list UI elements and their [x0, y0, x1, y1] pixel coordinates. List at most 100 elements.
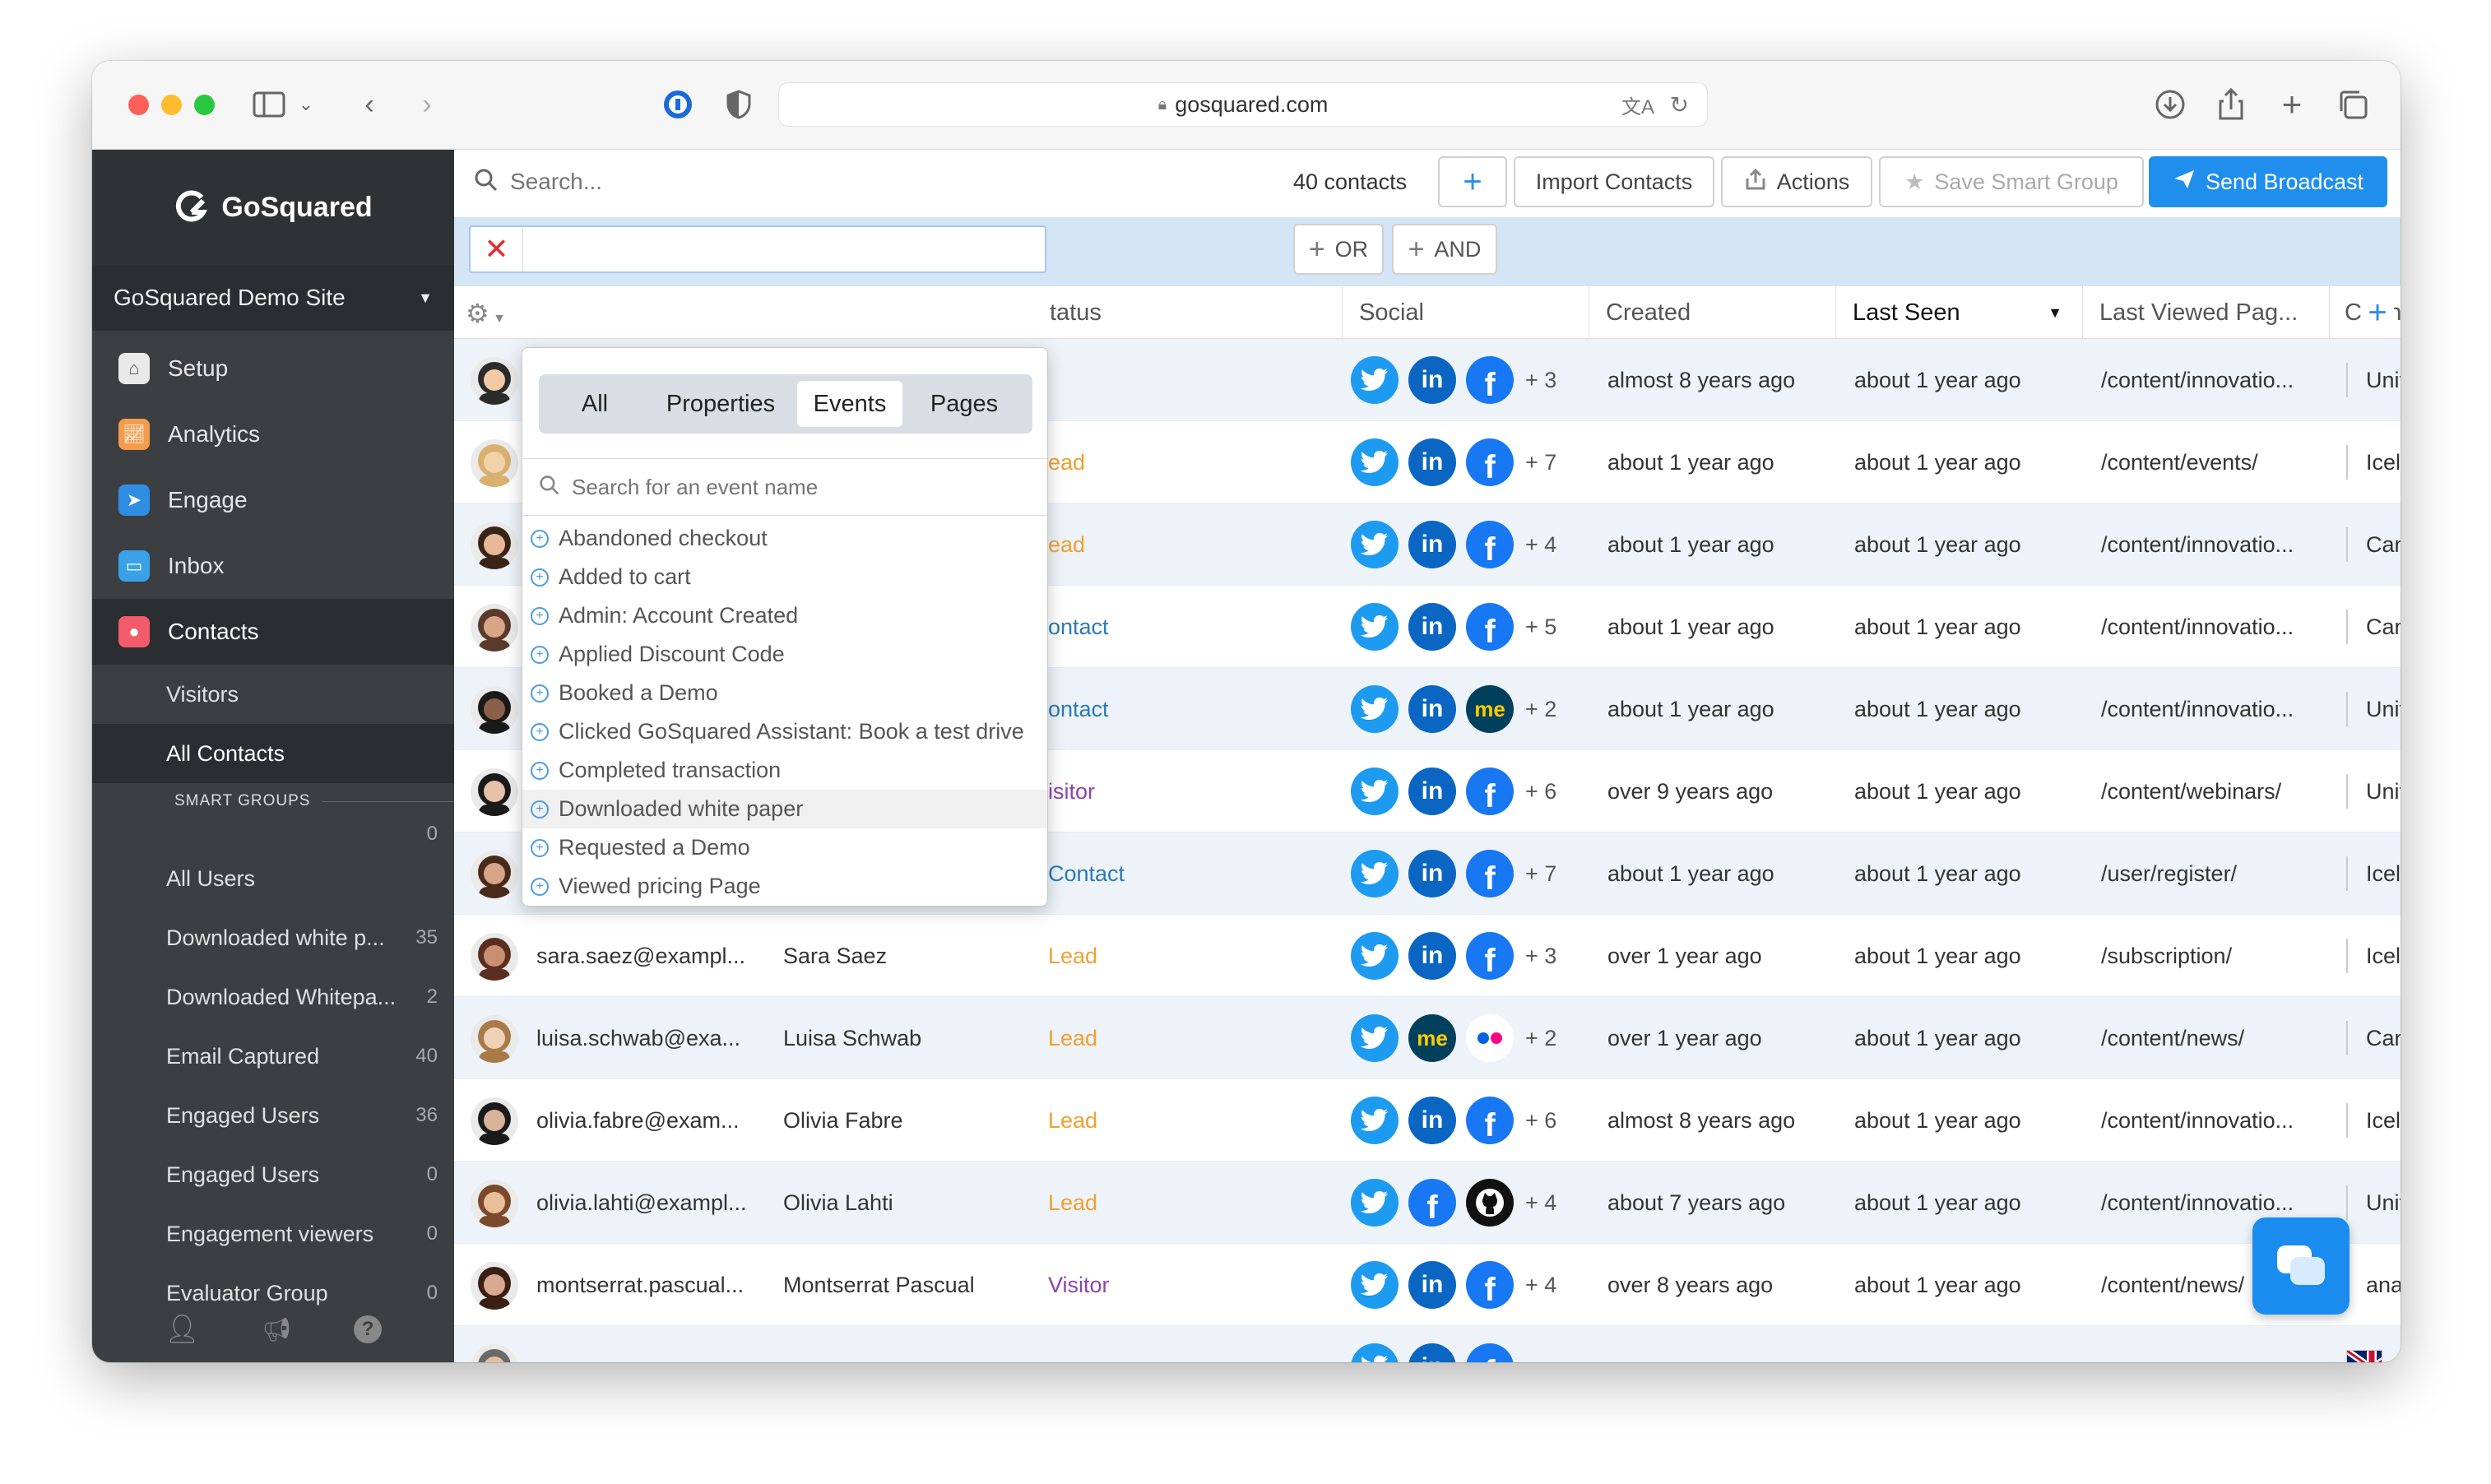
smart-group-item[interactable]: Downloaded white p... 35 — [92, 908, 454, 967]
remove-filter-icon[interactable]: ✕ — [471, 227, 523, 271]
nav-inbox[interactable]: ▭ Inbox — [92, 533, 454, 599]
chevron-down-icon[interactable]: ⌄ — [296, 87, 316, 122]
facebook-icon[interactable]: f — [1466, 1261, 1514, 1309]
contact-email[interactable]: montserrat.pascual... — [536, 1244, 775, 1326]
import-contacts-button[interactable]: Import Contacts — [1514, 156, 1714, 207]
facebook-icon[interactable]: f — [1466, 1343, 1514, 1362]
event-option[interactable]: + Viewed pricing Page — [522, 867, 1047, 906]
share-icon[interactable] — [2213, 87, 2249, 122]
event-option[interactable]: + Added to cart — [522, 558, 1047, 596]
table-row[interactable]: sara.saez@exampl... Sara Saez Lead in f + 3 ov… — [454, 915, 2401, 997]
linkedin-icon[interactable]: in — [1408, 1261, 1456, 1309]
event-option[interactable]: + Downloaded white paper — [522, 790, 1047, 828]
table-row[interactable]: luisa.schwab@exa... Luisa Schwab Lead me + 2… — [454, 997, 2401, 1079]
translate-icon[interactable]: 文A — [1621, 90, 1654, 119]
facebook-icon[interactable]: f — [1466, 603, 1514, 651]
column-last-seen[interactable]: Last Seen ▼ — [1836, 286, 2083, 339]
column-settings-icon[interactable]: ⚙︎ ▼ — [466, 298, 506, 329]
event-search-field[interactable] — [522, 458, 1047, 516]
facebook-icon[interactable]: f — [1466, 932, 1514, 980]
event-option[interactable]: + Clicked GoSquared Assistant: Book a tes… — [522, 712, 1047, 751]
close-window-button[interactable] — [128, 95, 149, 115]
tab-pages[interactable]: Pages — [902, 381, 1026, 427]
table-row[interactable]: inf — [454, 1326, 2401, 1362]
reload-icon[interactable]: ↻ — [1670, 91, 1689, 118]
contact-email[interactable]: olivia.fabre@exam... — [536, 1079, 775, 1162]
event-option[interactable]: + Booked a Demo — [522, 674, 1047, 712]
linkedin-icon[interactable]: in — [1408, 850, 1456, 897]
linkedin-icon[interactable]: in — [1408, 603, 1456, 651]
back-arrow-icon[interactable]: ‹ — [357, 87, 382, 122]
tab-events[interactable]: Events — [797, 381, 902, 427]
facebook-icon[interactable]: f — [1466, 438, 1514, 486]
smart-group-item[interactable]: Email Captured 40 — [92, 1027, 454, 1086]
twitter-icon[interactable] — [1351, 1343, 1399, 1362]
send-broadcast-button[interactable]: Send Broadcast — [2149, 156, 2387, 207]
user-icon[interactable]: 👤︎ — [165, 1313, 200, 1346]
twitter-icon[interactable] — [1351, 356, 1399, 404]
contact-email[interactable]: sara.saez@exampl... — [536, 915, 775, 997]
column-status[interactable]: tatus — [1046, 286, 1343, 339]
maximize-window-button[interactable] — [194, 95, 215, 115]
table-row[interactable]: olivia.fabre@exam... Olivia Fabre Lead in f +… — [454, 1079, 2401, 1162]
github-icon[interactable] — [1466, 1179, 1514, 1227]
event-search-input[interactable] — [572, 474, 1016, 500]
nav-analytics[interactable]: 📈︎ Analytics — [92, 401, 454, 467]
linkedin-icon[interactable]: in — [1408, 768, 1456, 815]
nav-engage[interactable]: ➤ Engage — [92, 467, 454, 533]
twitter-icon[interactable] — [1351, 1014, 1399, 1062]
forward-arrow-icon[interactable]: › — [415, 87, 439, 122]
linkedin-icon[interactable]: in — [1408, 932, 1456, 980]
table-row[interactable]: olivia.lahti@exampl... Olivia Lahti Lead f +… — [454, 1162, 2401, 1244]
contact-email[interactable] — [536, 1326, 775, 1362]
filter-input-box[interactable]: ✕ — [469, 225, 1046, 273]
or-filter-button[interactable]: + OR — [1293, 224, 1384, 275]
event-option[interactable]: + Requested a Demo — [522, 828, 1047, 867]
contact-email[interactable]: olivia.lahti@exampl... — [536, 1162, 775, 1244]
event-option[interactable]: + Completed transaction — [522, 751, 1047, 790]
shield-icon[interactable] — [722, 87, 755, 122]
facebook-icon[interactable]: f — [1466, 768, 1514, 815]
linkedin-icon[interactable]: in — [1408, 685, 1456, 733]
facebook-icon[interactable]: f — [1466, 521, 1514, 568]
chat-launcher-button[interactable] — [2252, 1217, 2350, 1315]
smart-group-item[interactable]: Engaged Users 36 — [92, 1086, 454, 1145]
twitter-icon[interactable] — [1351, 521, 1399, 568]
facebook-icon[interactable]: f — [1466, 1097, 1514, 1144]
megaphone-icon[interactable]: 📢︎ — [262, 1316, 292, 1343]
linkedin-icon[interactable]: in — [1408, 521, 1456, 568]
tab-properties[interactable]: Properties — [644, 381, 797, 427]
twitter-icon[interactable] — [1351, 1261, 1399, 1309]
linkedin-icon[interactable]: in — [1408, 356, 1456, 404]
twitter-icon[interactable] — [1351, 850, 1399, 897]
facebook-icon[interactable]: f — [1408, 1179, 1456, 1227]
twitter-icon[interactable] — [1351, 603, 1399, 651]
nav-sub-visitors[interactable]: Visitors — [92, 665, 454, 724]
site-selector[interactable]: GoSquared Demo Site ▼ — [92, 265, 454, 331]
twitter-icon[interactable] — [1351, 1179, 1399, 1227]
smart-group-item[interactable]: Engaged Users 0 — [92, 1145, 454, 1204]
twitter-icon[interactable] — [1351, 1097, 1399, 1144]
download-icon[interactable] — [2152, 87, 2188, 122]
nav-contacts[interactable]: ● Contacts — [92, 599, 454, 665]
tab-all[interactable]: All — [545, 381, 644, 427]
help-icon[interactable]: ? — [354, 1315, 383, 1343]
column-created[interactable]: Created — [1589, 286, 1836, 339]
table-row[interactable]: montserrat.pascual... Montserrat Pascual V… — [454, 1244, 2401, 1326]
twitter-icon[interactable] — [1351, 768, 1399, 815]
column-social[interactable]: Social — [1343, 286, 1589, 339]
aboutme-icon[interactable]: me — [1408, 1014, 1456, 1062]
facebook-icon[interactable]: f — [1466, 850, 1514, 897]
event-option[interactable]: + Applied Discount Code — [522, 635, 1047, 674]
event-option[interactable]: + Abandoned checkout — [522, 519, 1047, 558]
aboutme-icon[interactable]: me — [1466, 685, 1514, 733]
smart-group-item[interactable]: All Users — [92, 849, 454, 908]
twitter-icon[interactable] — [1351, 685, 1399, 733]
smart-group-item[interactable]: Engagement viewers 0 — [92, 1204, 454, 1264]
column-last-viewed[interactable]: Last Viewed Pag... — [2083, 286, 2330, 339]
smart-group-item[interactable]: Downloaded Whitepa... 2 — [92, 967, 454, 1027]
twitter-icon[interactable] — [1351, 438, 1399, 486]
linkedin-icon[interactable]: in — [1408, 1343, 1456, 1362]
and-filter-button[interactable]: + AND — [1392, 224, 1497, 275]
minimize-window-button[interactable] — [161, 95, 182, 115]
